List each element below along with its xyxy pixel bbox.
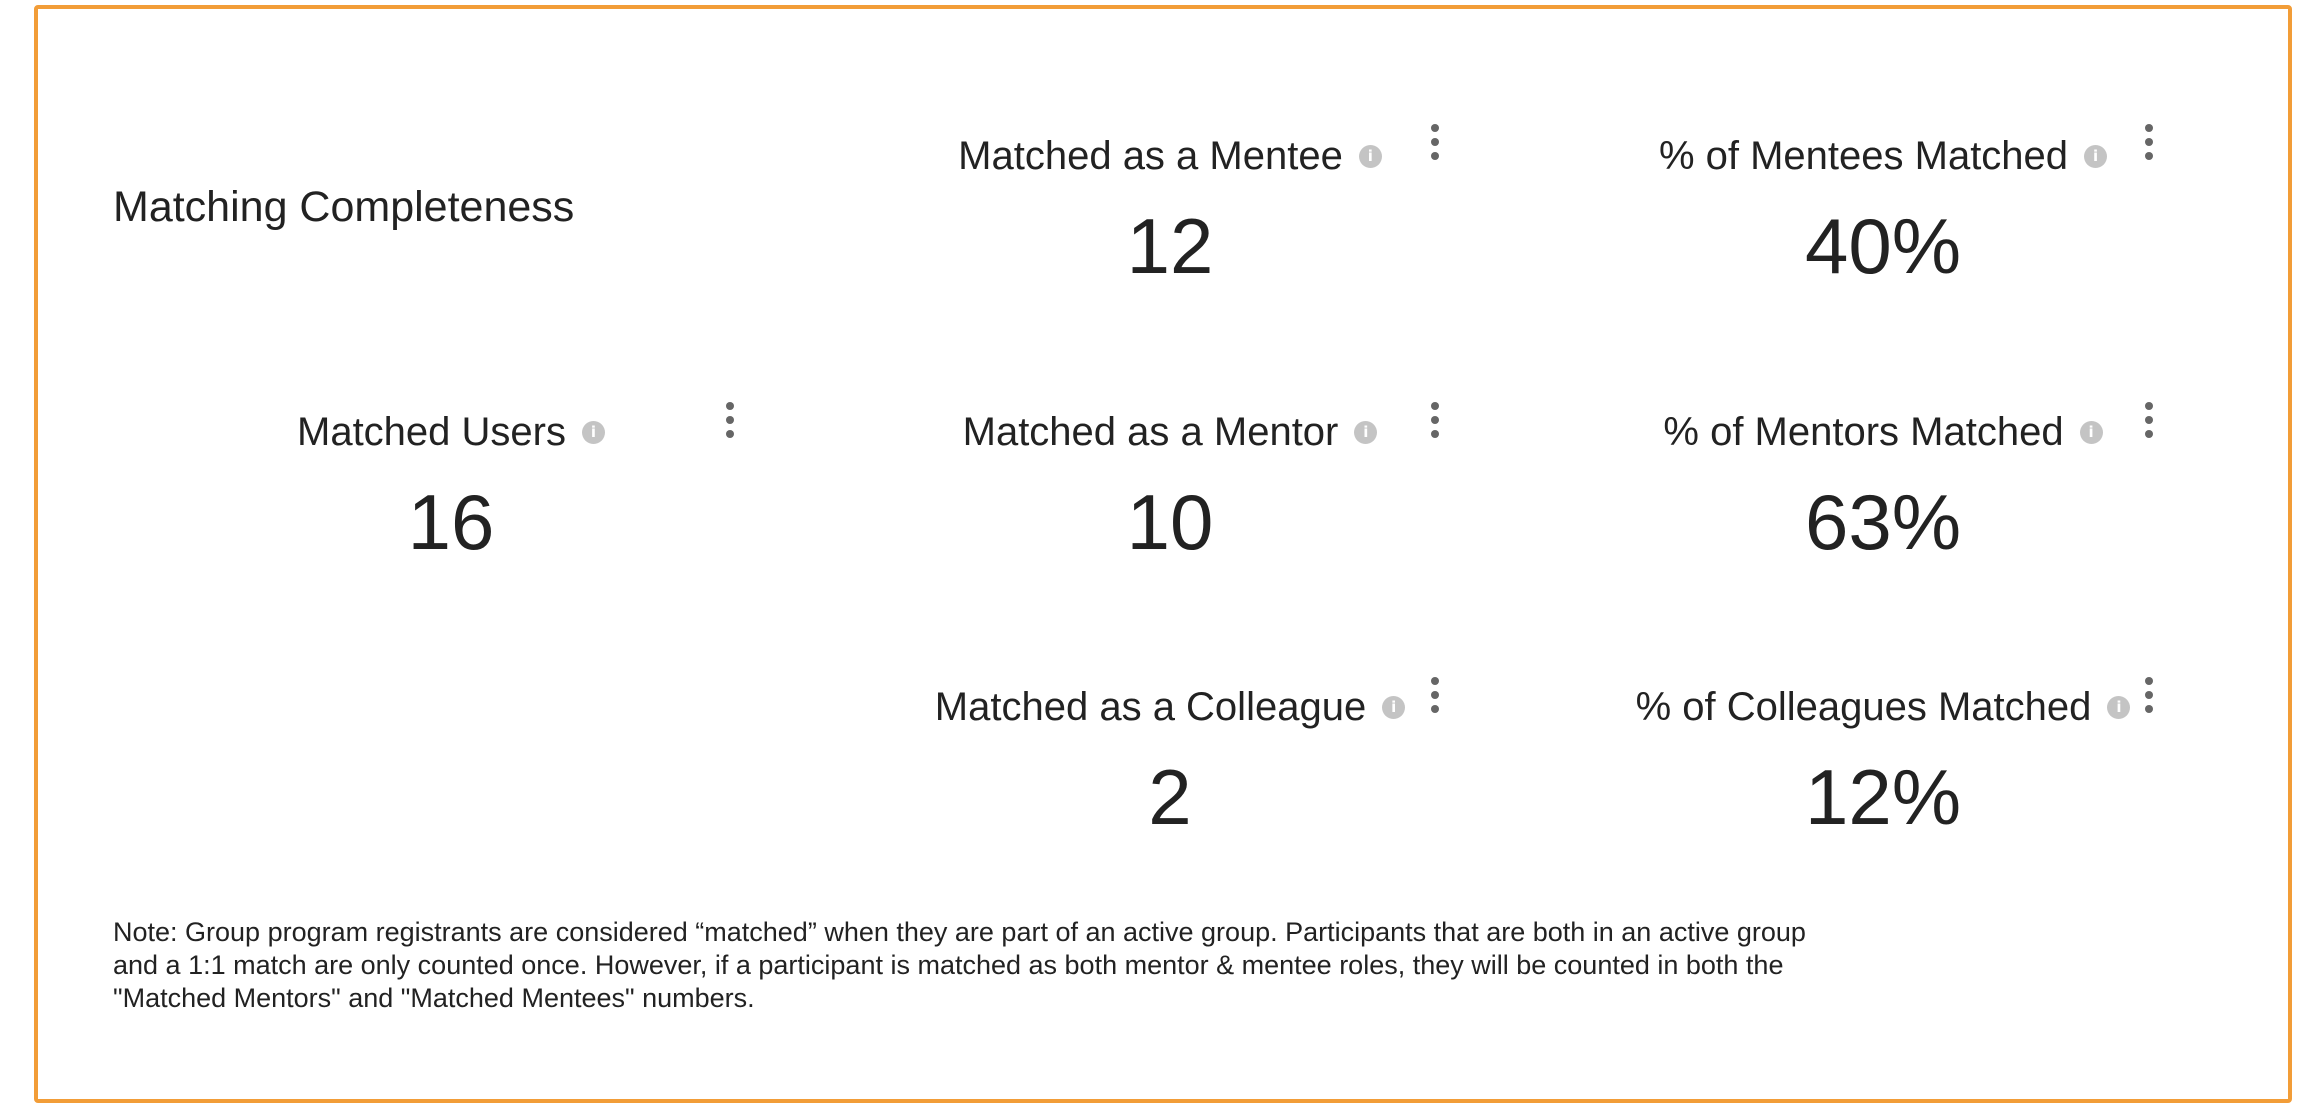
- matched-mentee-metric: Matched as a Mentee i 12: [890, 128, 1450, 294]
- pct-colleagues-matched-metric: % of Colleagues Matched i 12%: [1603, 679, 2163, 845]
- more-options-icon[interactable]: [2139, 402, 2159, 438]
- more-options-icon[interactable]: [720, 402, 740, 438]
- metric-value: 40%: [1804, 202, 1962, 290]
- metric-value: 10: [1126, 478, 1214, 566]
- info-icon[interactable]: i: [1354, 420, 1378, 444]
- more-options-icon[interactable]: [1425, 402, 1445, 438]
- more-options-icon[interactable]: [2139, 677, 2159, 713]
- pct-mentors-matched-metric: % of Mentors Matched i 63%: [1603, 404, 2163, 570]
- metric-label: % of Mentors Matched: [1663, 410, 2064, 454]
- info-icon[interactable]: i: [2107, 695, 2131, 719]
- metric-value: 16: [407, 478, 495, 566]
- metric-label: Matched as a Colleague: [934, 685, 1367, 729]
- matched-colleague-metric: Matched as a Colleague i 2: [890, 679, 1450, 845]
- matched-users-metric: Matched Users i 16: [171, 404, 731, 570]
- footnote: Note: Group program registrants are cons…: [113, 917, 1806, 1013]
- pct-mentees-matched-metric: % of Mentees Matched i 40%: [1603, 128, 2163, 294]
- info-icon[interactable]: i: [1358, 144, 1382, 168]
- metric-value: 63%: [1804, 478, 1962, 566]
- metric-label: Matched as a Mentor: [962, 410, 1339, 454]
- metric-label: % of Colleagues Matched: [1635, 685, 2092, 729]
- metric-value: 12: [1126, 202, 1214, 290]
- metric-label: Matched as a Mentee: [958, 134, 1343, 178]
- more-options-icon[interactable]: [2139, 124, 2159, 160]
- metric-label: Matched Users: [297, 410, 566, 454]
- metric-value: 12%: [1804, 753, 1962, 841]
- more-options-icon[interactable]: [1425, 124, 1445, 160]
- metric-value: 2: [1148, 753, 1192, 841]
- section-title: Matching Completeness: [113, 183, 575, 231]
- metric-label: % of Mentees Matched: [1658, 134, 2069, 178]
- info-icon[interactable]: i: [1382, 695, 1406, 719]
- more-options-icon[interactable]: [1425, 677, 1445, 713]
- matched-mentor-metric: Matched as a Mentor i 10: [890, 404, 1450, 570]
- info-icon[interactable]: i: [2084, 144, 2108, 168]
- info-icon[interactable]: i: [2079, 420, 2103, 444]
- info-icon[interactable]: i: [581, 420, 605, 444]
